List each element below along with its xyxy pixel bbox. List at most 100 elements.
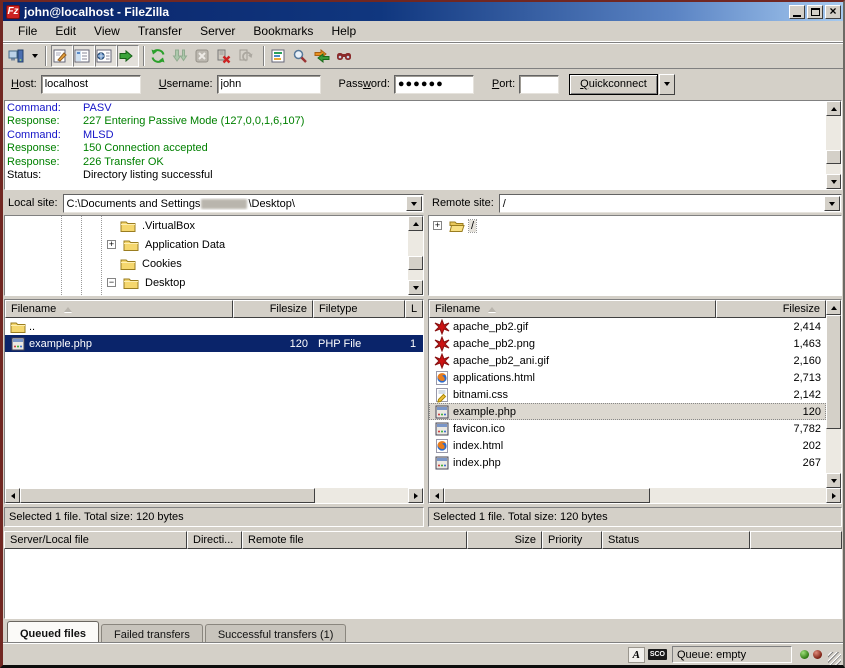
process-queue-button[interactable] (171, 45, 193, 67)
site-manager-button[interactable] (7, 45, 29, 67)
toggle-queue-button[interactable] (117, 45, 139, 67)
host-input[interactable] (41, 75, 141, 94)
site-manager-dropdown-button[interactable] (29, 45, 41, 67)
username-input[interactable] (217, 75, 321, 94)
remote-vertical-scrollbar[interactable] (826, 300, 841, 488)
collapse-minus-icon[interactable]: − (107, 278, 116, 287)
scroll-thumb[interactable] (20, 488, 315, 503)
file-row-apache-pb2-gif[interactable]: apache_pb2.gif2,414 (429, 318, 826, 335)
scroll-thumb[interactable] (826, 150, 841, 164)
tree-item[interactable]: +/ (429, 216, 841, 235)
file-row-applications-html[interactable]: applications.html2,713 (429, 369, 826, 386)
quickconnect-button[interactable]: Quickconnect (569, 74, 658, 95)
scroll-track[interactable] (826, 315, 841, 473)
queue-column-directi-[interactable]: Directi... (187, 531, 242, 549)
local-site-dropdown-button[interactable] (406, 196, 422, 211)
column-header-l[interactable]: L (405, 300, 423, 318)
menu-item-edit[interactable]: Edit (46, 22, 85, 40)
remote-horizontal-scrollbar[interactable] (429, 488, 841, 503)
speed-limits-icon[interactable]: SCO (648, 649, 667, 660)
scroll-track[interactable] (20, 488, 408, 503)
scroll-up-button[interactable] (826, 300, 841, 315)
quickconnect-dropdown-button[interactable] (659, 74, 675, 95)
tree-item[interactable]: +Application Data (5, 235, 408, 254)
file-row-index-php[interactable]: index.php267 (429, 454, 826, 471)
file-row-apache-pb2-ani-gif[interactable]: apache_pb2_ani.gif2,160 (429, 352, 826, 369)
scroll-track[interactable] (408, 231, 423, 280)
scroll-up-button[interactable] (826, 101, 841, 116)
scroll-thumb[interactable] (826, 315, 841, 429)
scroll-down-button[interactable] (408, 280, 423, 295)
local-horizontal-scrollbar[interactable] (5, 488, 423, 503)
cancel-button[interactable] (193, 45, 215, 67)
log-vertical-scrollbar[interactable] (826, 101, 841, 189)
maximize-button[interactable] (807, 5, 823, 19)
menu-item-transfer[interactable]: Transfer (129, 22, 191, 40)
transfer-type-indicator[interactable]: A (628, 647, 645, 663)
reconnect-button[interactable] (237, 45, 259, 67)
tab-successful-transfers-1-[interactable]: Successful transfers (1) (205, 624, 347, 643)
column-header-filename[interactable]: Filename (5, 300, 233, 318)
menu-item-bookmarks[interactable]: Bookmarks (244, 22, 322, 40)
menu-item-file[interactable]: File (9, 22, 46, 40)
remote-site-combo[interactable]: / (499, 194, 842, 213)
toggle-remote-tree-button[interactable] (95, 45, 117, 67)
scroll-left-button[interactable] (5, 488, 20, 503)
scroll-down-button[interactable] (826, 473, 841, 488)
scroll-up-button[interactable] (408, 216, 423, 231)
menu-item-server[interactable]: Server (191, 22, 244, 40)
column-header-filename[interactable]: Filename (429, 300, 716, 318)
find-files-button[interactable] (335, 45, 357, 67)
scroll-right-button[interactable] (826, 488, 841, 503)
file-row-example-php[interactable]: example.php120PHP File1 (5, 335, 423, 352)
close-button[interactable]: × (825, 5, 841, 19)
tab-queued-files[interactable]: Queued files (7, 621, 99, 643)
tree-item[interactable]: −Desktop (5, 273, 408, 292)
file-row-example-php[interactable]: example.php120 (429, 403, 826, 420)
menu-item-help[interactable]: Help (322, 22, 365, 40)
scroll-left-button[interactable] (429, 488, 444, 503)
minimize-button[interactable] (789, 5, 805, 19)
disconnect-button[interactable] (215, 45, 237, 67)
queue-column-server-local-file[interactable]: Server/Local file (4, 531, 187, 549)
resize-grip[interactable] (828, 652, 841, 665)
directory-comparison-button[interactable] (291, 45, 313, 67)
file-row-apache-pb2-png[interactable]: apache_pb2.png1,463 (429, 335, 826, 352)
file-row-favicon-ico[interactable]: favicon.ico7,782 (429, 420, 826, 437)
scroll-thumb[interactable] (444, 488, 650, 503)
queue-body[interactable] (4, 549, 842, 619)
local-site-combo[interactable]: C:\Documents and Settings\Desktop\ (63, 194, 424, 213)
column-header-filesize[interactable]: Filesize (716, 300, 826, 318)
file-row-bitnami-css[interactable]: bitnami.css2,142 (429, 386, 826, 403)
local-tree-scrollbar[interactable] (408, 216, 423, 295)
tab-failed-transfers[interactable]: Failed transfers (101, 624, 203, 643)
refresh-button[interactable] (149, 45, 171, 67)
scroll-right-button[interactable] (408, 488, 423, 503)
tree-item[interactable]: .VirtualBox (5, 216, 408, 235)
toggle-local-tree-button[interactable] (73, 45, 95, 67)
file-row--[interactable]: .. (5, 318, 423, 335)
scroll-track[interactable] (444, 488, 826, 503)
port-input[interactable] (519, 75, 559, 94)
expand-plus-icon[interactable]: + (107, 240, 116, 249)
filter-button[interactable] (269, 45, 291, 67)
app-icon[interactable]: Fz (6, 5, 20, 19)
queue-column-blank[interactable] (750, 531, 842, 549)
menu-item-view[interactable]: View (85, 22, 129, 40)
remote-site-dropdown-button[interactable] (824, 196, 840, 211)
queue-column-status[interactable]: Status (602, 531, 750, 549)
synchronized-browsing-button[interactable] (313, 45, 335, 67)
toggle-message-log-button[interactable] (51, 45, 73, 67)
queue-column-priority[interactable]: Priority (542, 531, 602, 549)
column-header-filetype[interactable]: Filetype (313, 300, 405, 318)
queue-column-remote-file[interactable]: Remote file (242, 531, 467, 549)
scroll-down-button[interactable] (826, 174, 841, 189)
queue-column-size[interactable]: Size (467, 531, 542, 549)
scroll-thumb[interactable] (408, 256, 423, 270)
scroll-track[interactable] (826, 116, 841, 174)
file-row-index-html[interactable]: index.html202 (429, 437, 826, 454)
expand-plus-icon[interactable]: + (433, 221, 442, 230)
password-input[interactable] (394, 75, 474, 94)
column-header-filesize[interactable]: Filesize (233, 300, 313, 318)
tree-item[interactable]: Cookies (5, 254, 408, 273)
